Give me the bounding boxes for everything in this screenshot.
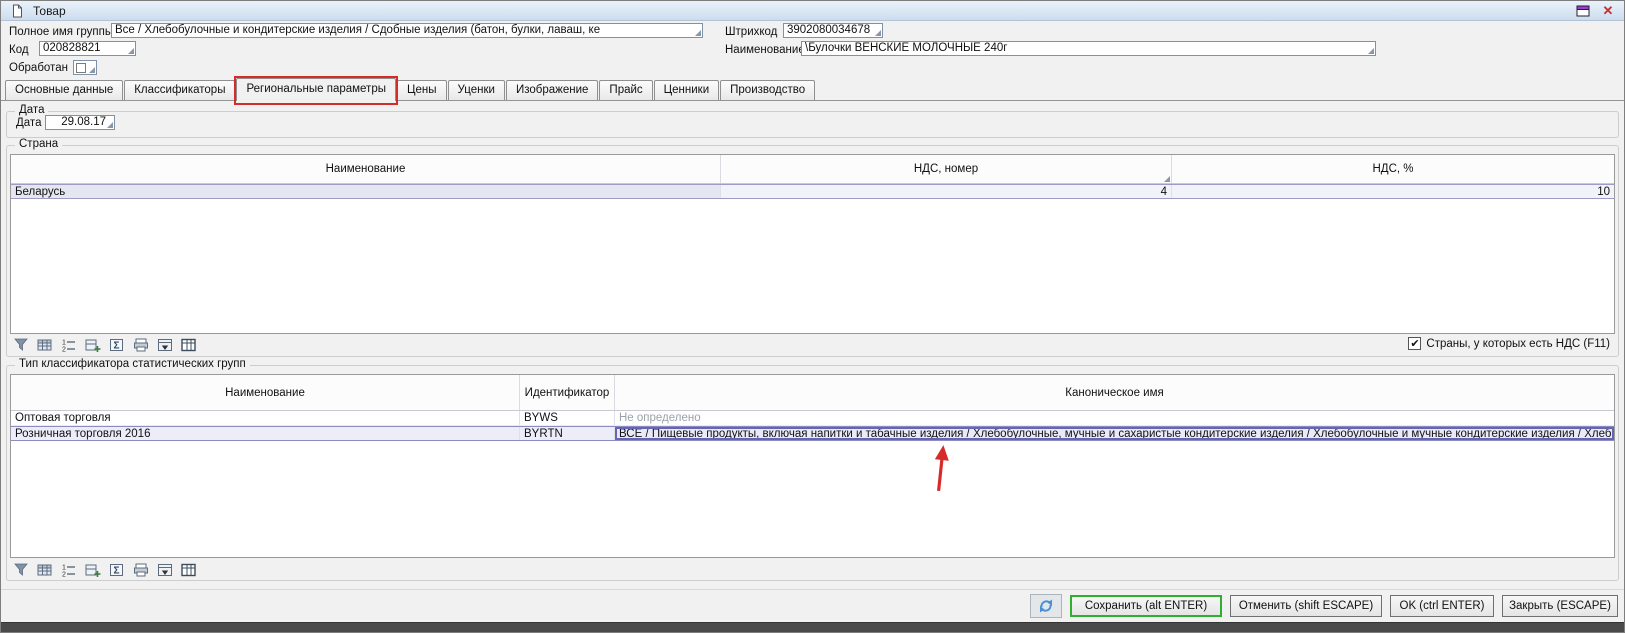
cell-canonical-name[interactable]: Не определено xyxy=(615,411,1614,425)
sum-icon[interactable]: Σ xyxy=(108,562,126,578)
barcode-label: Штрихкод xyxy=(725,26,777,38)
column-header-vat-percent[interactable]: НДС, % xyxy=(1172,155,1614,183)
code-field[interactable]: 020828821 xyxy=(39,41,136,56)
tab-prices[interactable]: Цены xyxy=(397,80,447,100)
sum-icon[interactable]: Σ xyxy=(108,337,126,353)
refresh-button[interactable] xyxy=(1030,594,1062,618)
export-icon[interactable] xyxy=(156,562,174,578)
cell-identifier[interactable]: BYWS xyxy=(520,411,615,425)
grid-icon[interactable] xyxy=(36,337,54,353)
table-row-belarus[interactable]: Беларусь 4 10 xyxy=(11,184,1614,199)
country-table-header: Наименование НДС, номер НДС, % xyxy=(11,155,1614,184)
tab-image[interactable]: Изображение xyxy=(506,80,598,100)
countries-vat-filter: Страны, у которых есть НДС (F11) xyxy=(1408,337,1610,350)
print-icon[interactable] xyxy=(132,562,150,578)
numbered-list-icon[interactable]: 12 xyxy=(60,337,78,353)
tab-main-data[interactable]: Основные данные xyxy=(5,80,123,100)
date-group: Дата Дата 29.08.17 xyxy=(6,111,1619,138)
tab-pricelist[interactable]: Прайс xyxy=(599,80,652,100)
cell-canonical-name-selected[interactable]: ВСЕ / Пищевые продукты, включая напитки … xyxy=(615,427,1614,440)
svg-text:Σ: Σ xyxy=(114,566,120,577)
classifier-table-header: Наименование Идентификатор Каноническое … xyxy=(11,375,1614,411)
countries-vat-checkbox-label: Страны, у которых есть НДС (F11) xyxy=(1426,338,1610,350)
country-table-empty-area xyxy=(11,199,1614,333)
tab-panel-regional: Дата Дата 29.08.17 Страна Наименование Н… xyxy=(1,101,1624,632)
table-row-wholesale[interactable]: Оптовая торговля BYWS Не определено xyxy=(11,411,1614,426)
cell-country-name[interactable]: Беларусь xyxy=(11,185,721,198)
svg-text:1: 1 xyxy=(62,565,66,572)
add-row-icon[interactable] xyxy=(84,562,102,578)
countries-vat-checkbox[interactable] xyxy=(1408,337,1421,350)
column-header-classifier-name[interactable]: Наименование xyxy=(11,375,520,410)
country-group-title: Страна xyxy=(15,138,62,150)
column-header-canonical-name[interactable]: Каноническое имя xyxy=(615,375,1614,410)
cell-vat-percent[interactable]: 10 xyxy=(1172,185,1614,198)
save-button[interactable]: Сохранить (alt ENTER) xyxy=(1070,595,1222,617)
full-group-field[interactable]: Все / Хлебобулочные и кондитерские издел… xyxy=(111,23,703,38)
tab-markdowns[interactable]: Уценки xyxy=(448,80,505,100)
tab-bar: Основные данные Классификаторы Региональ… xyxy=(1,77,1624,101)
cell-identifier[interactable]: BYRTN xyxy=(520,427,615,440)
window-title: Товар xyxy=(33,4,66,18)
table-settings-icon[interactable] xyxy=(180,337,198,353)
svg-text:2: 2 xyxy=(62,572,66,578)
column-header-identifier[interactable]: Идентификатор xyxy=(520,375,615,410)
date-group-title: Дата xyxy=(15,104,48,116)
print-icon[interactable] xyxy=(132,337,150,353)
cell-vat-number[interactable]: 4 xyxy=(721,185,1172,198)
form-area: Полное имя группы Все / Хлебобулочные и … xyxy=(1,21,1624,79)
country-group: Страна Наименование НДС, номер НДС, % Бе… xyxy=(6,145,1619,357)
svg-text:2: 2 xyxy=(62,347,66,353)
product-window: Товар ✕ Полное имя группы Все / Хлебобул… xyxy=(0,0,1625,633)
classifier-table-empty-area xyxy=(11,441,1614,557)
maximize-button[interactable] xyxy=(1574,3,1592,19)
grid-icon[interactable] xyxy=(36,562,54,578)
date-field[interactable]: 29.08.17 xyxy=(45,115,115,130)
classifier-group: Тип классификатора статистических групп … xyxy=(6,365,1619,581)
classifier-group-title: Тип классификатора статистических групп xyxy=(15,358,250,370)
title-bar: Товар ✕ xyxy=(1,1,1624,21)
code-label: Код xyxy=(9,44,29,56)
close-button[interactable]: ✕ xyxy=(1599,3,1617,19)
bottom-button-bar: Сохранить (alt ENTER) Отменить (shift ES… xyxy=(1,589,1624,622)
tab-regional-parameters-label: Региональные параметры xyxy=(246,83,386,95)
tab-classifiers[interactable]: Классификаторы xyxy=(124,80,235,100)
filter-icon[interactable] xyxy=(12,562,30,578)
cell-classifier-name[interactable]: Оптовая торговля xyxy=(11,411,520,425)
country-table-toolbar: 12 Σ xyxy=(12,337,198,353)
barcode-field[interactable]: 3902080034678 xyxy=(783,23,883,38)
name-field[interactable]: \Булочки ВЕНСКИЕ МОЛОЧНЫЕ 240г xyxy=(801,41,1376,56)
name-label: Наименование xyxy=(725,44,805,56)
numbered-list-icon[interactable]: 12 xyxy=(60,562,78,578)
full-group-label: Полное имя группы xyxy=(9,26,113,38)
classifier-table-toolbar: 12 Σ xyxy=(12,562,198,578)
refresh-icon xyxy=(1038,598,1054,614)
filter-icon[interactable] xyxy=(12,337,30,353)
cancel-button[interactable]: Отменить (shift ESCAPE) xyxy=(1230,595,1382,617)
classifier-table: Наименование Идентификатор Каноническое … xyxy=(10,374,1615,558)
table-row-retail-2016[interactable]: Розничная торговля 2016 BYRTN ВСЕ / Пище… xyxy=(11,426,1614,441)
processed-label: Обработан xyxy=(9,62,68,74)
column-header-vat-number[interactable]: НДС, номер xyxy=(721,155,1172,183)
document-icon xyxy=(8,3,26,19)
ok-button[interactable]: OK (ctrl ENTER) xyxy=(1390,595,1494,617)
close-window-button[interactable]: Закрыть (ESCAPE) xyxy=(1502,595,1618,617)
table-settings-icon[interactable] xyxy=(180,562,198,578)
country-table: Наименование НДС, номер НДС, % Беларусь … xyxy=(10,154,1615,334)
add-row-icon[interactable] xyxy=(84,337,102,353)
date-label: Дата xyxy=(16,117,41,129)
tab-production[interactable]: Производство xyxy=(720,80,815,100)
export-icon[interactable] xyxy=(156,337,174,353)
svg-text:1: 1 xyxy=(62,340,66,347)
tab-regional-parameters[interactable]: Региональные параметры xyxy=(236,78,396,101)
tab-pricetags[interactable]: Ценники xyxy=(654,80,719,100)
window-bottom-edge xyxy=(1,622,1624,633)
column-header-name[interactable]: Наименование xyxy=(11,155,721,183)
processed-checkbox[interactable] xyxy=(73,60,97,75)
cell-classifier-name[interactable]: Розничная торговля 2016 xyxy=(11,427,520,440)
svg-text:Σ: Σ xyxy=(114,341,120,352)
